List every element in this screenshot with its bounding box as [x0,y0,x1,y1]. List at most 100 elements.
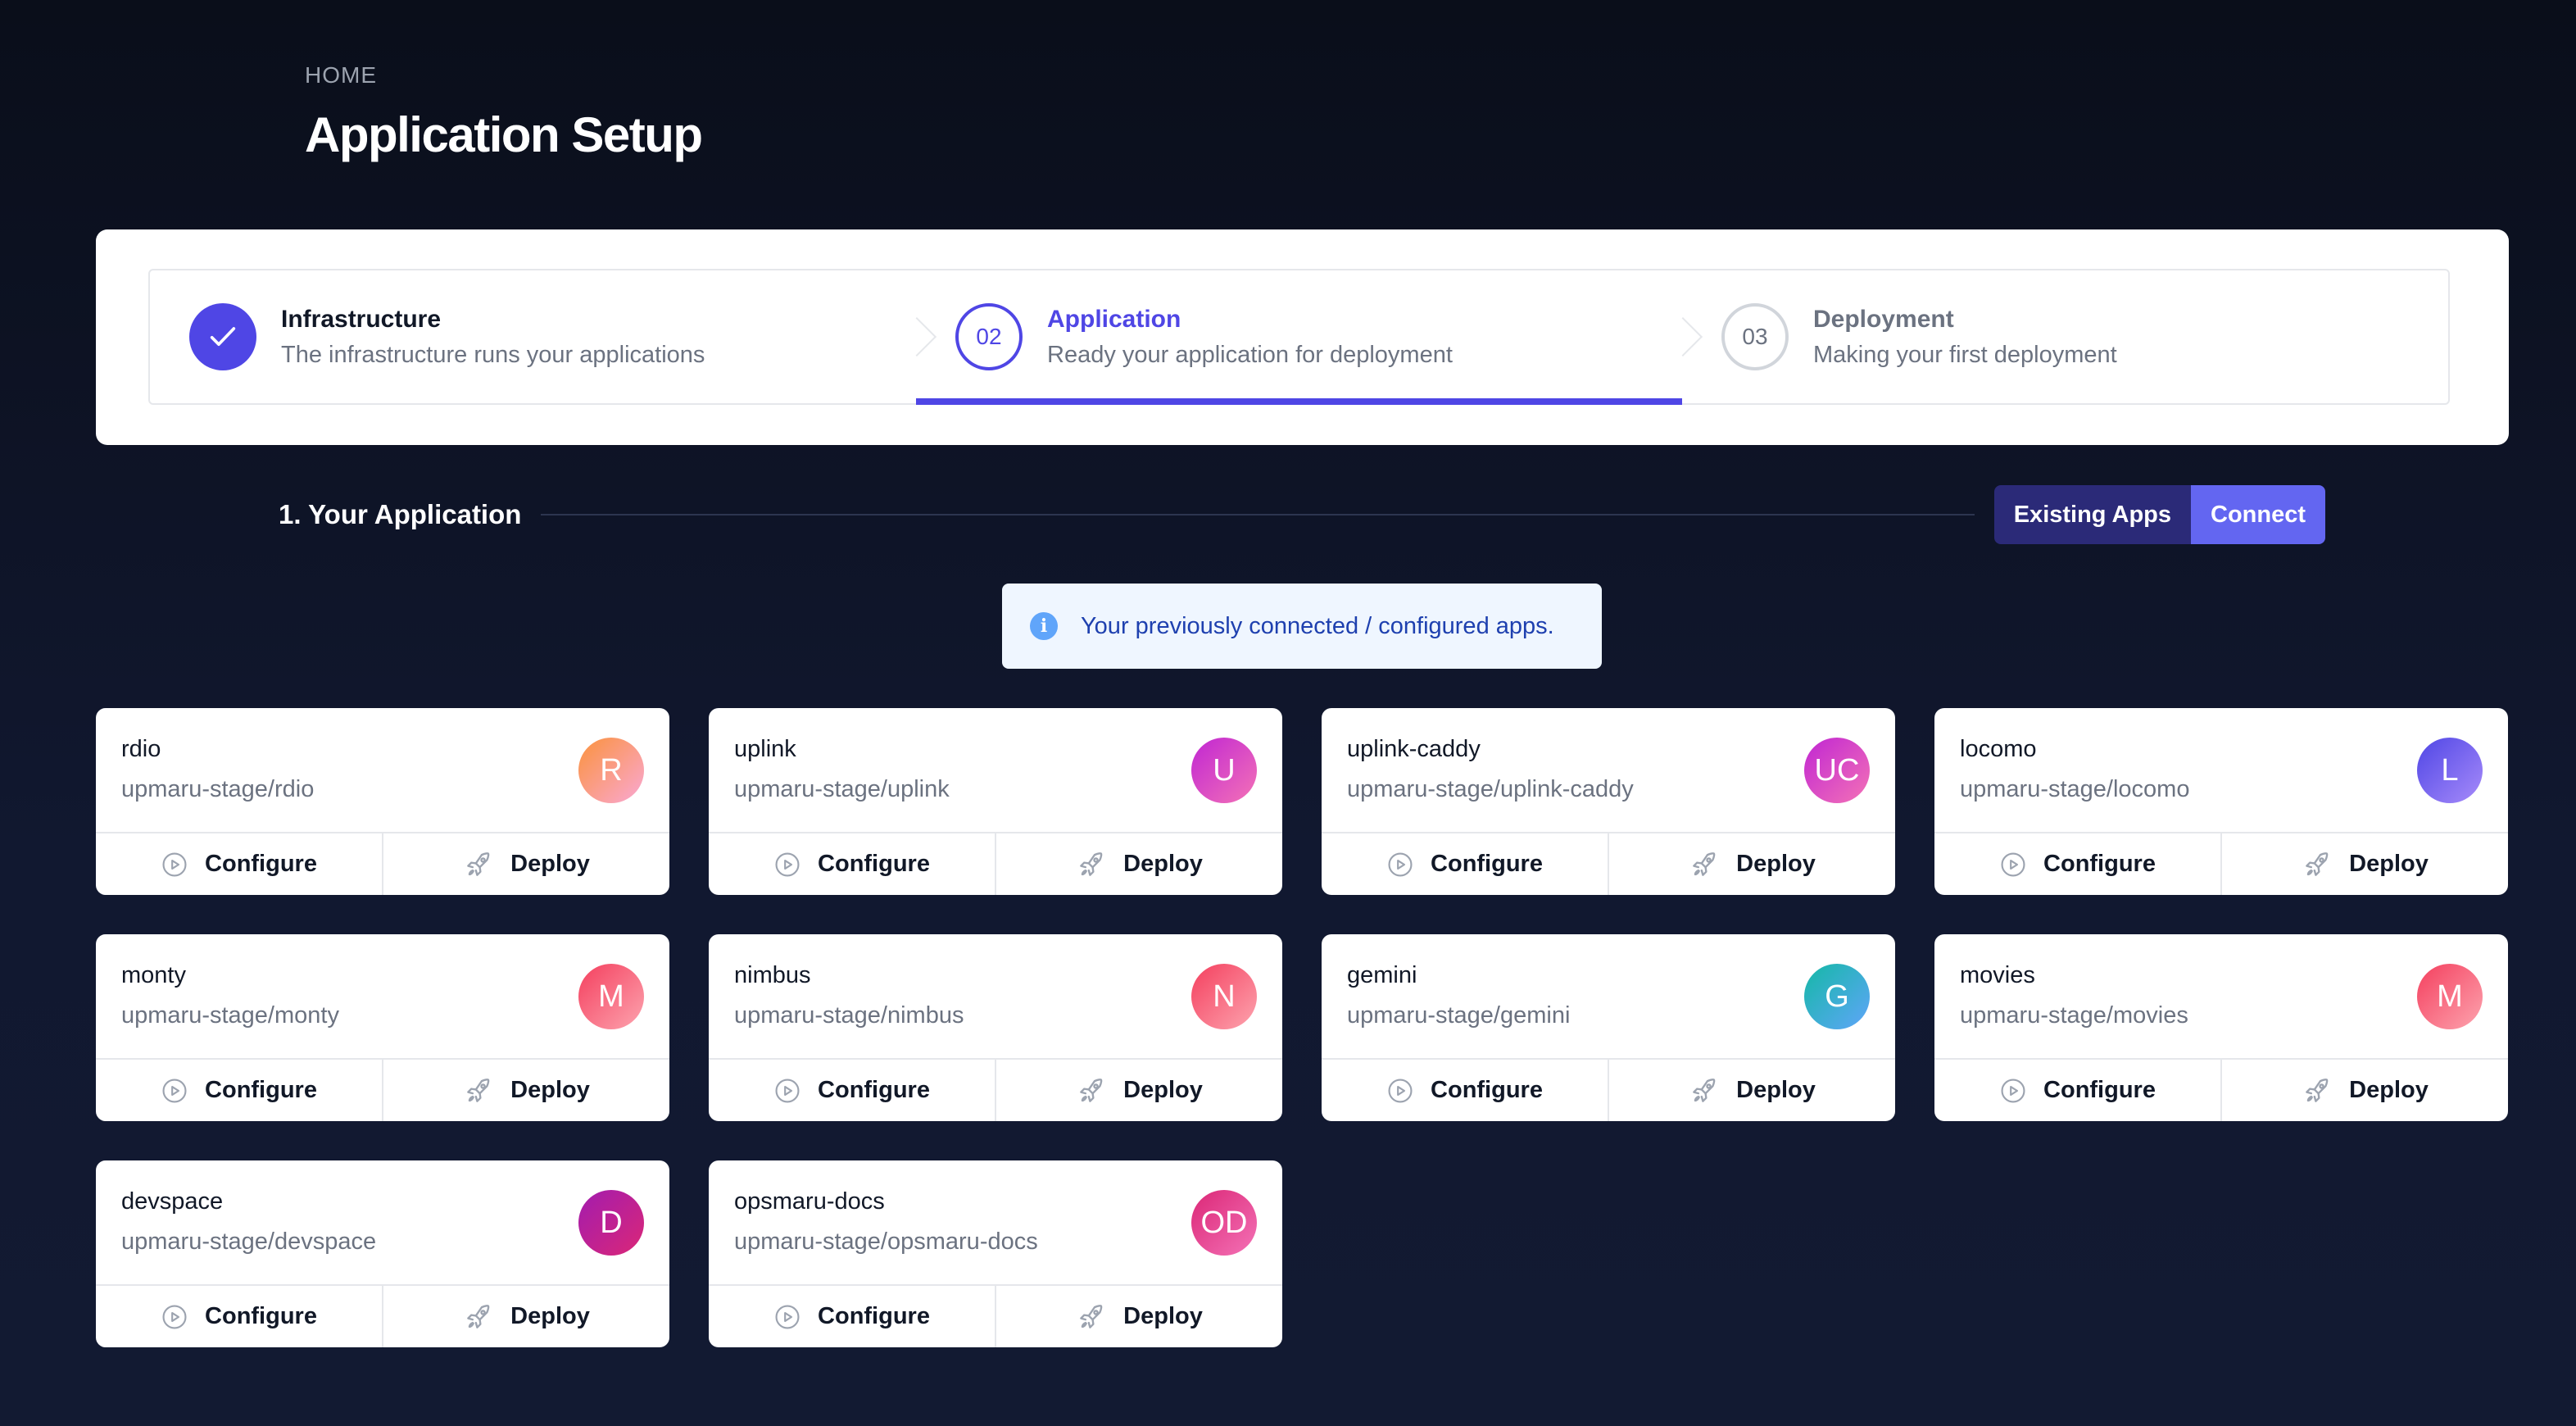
rocket-icon [467,1304,490,1328]
configure-button[interactable]: Configure [96,1286,382,1347]
play-circle-icon [2001,1078,2025,1103]
deploy-button[interactable]: Deploy [382,1286,669,1347]
step-title: Infrastructure [281,305,442,333]
configure-button[interactable]: Configure [96,1060,382,1121]
step-deployment[interactable]: 03 Deployment Making your first deployme… [1682,270,2448,403]
configure-label: Configure [818,1077,930,1103]
step-complete-circle [189,303,256,370]
app-card-actions: Configure Deploy [1934,833,2508,895]
connect-button[interactable]: Connect [2191,485,2325,544]
deploy-button[interactable]: Deploy [2220,1060,2508,1121]
deploy-label: Deploy [1123,1303,1203,1329]
configure-label: Configure [1431,1077,1543,1103]
step-title: Deployment [1813,305,1954,333]
configure-button[interactable]: Configure [1934,833,2220,895]
configure-label: Configure [818,1303,930,1329]
app-avatar: L [2417,738,2483,803]
configure-button[interactable]: Configure [1322,833,1608,895]
app-avatar: U [1191,738,1257,803]
deploy-label: Deploy [1123,1077,1203,1103]
app-card-header: monty upmaru-stage/monty M [96,934,669,1060]
app-card: locomo upmaru-stage/locomo L Configure D… [1934,708,2508,895]
configure-button[interactable]: Configure [1934,1060,2220,1121]
deploy-button[interactable]: Deploy [995,1286,1282,1347]
configure-label: Configure [205,851,317,877]
app-avatar: OD [1191,1190,1257,1256]
app-card-actions: Configure Deploy [1322,1060,1895,1121]
app-avatar: M [578,964,644,1029]
section-divider [541,514,1975,515]
step-number: 03 [1721,303,1789,370]
app-avatar: UC [1804,738,1870,803]
section-header: 1. Your Application Existing Apps Connec… [279,485,2325,544]
app-card-header: uplink-caddy upmaru-stage/uplink-caddy U… [1322,708,1895,833]
step-title: Application [1047,305,1181,333]
configure-button[interactable]: Configure [709,833,995,895]
app-card-header: nimbus upmaru-stage/nimbus N [709,934,1282,1060]
configure-label: Configure [818,851,930,877]
deploy-button[interactable]: Deploy [382,1060,669,1121]
breadcrumb[interactable]: HOME [305,62,702,89]
app-card-actions: Configure Deploy [96,833,669,895]
step-description: Ready your application for deployment [1047,341,1453,368]
configure-label: Configure [205,1303,317,1329]
deploy-label: Deploy [510,851,590,877]
stepper-card: Infrastructure The infrastructure runs y… [96,229,2509,445]
deploy-label: Deploy [2349,1077,2429,1103]
app-avatar: G [1804,964,1870,1029]
play-circle-icon [1388,852,1413,877]
rocket-icon [1080,852,1103,876]
rocket-icon [1693,852,1716,876]
configure-button[interactable]: Configure [1322,1060,1608,1121]
app-card-actions: Configure Deploy [1934,1060,2508,1121]
play-circle-icon [2001,852,2025,877]
deploy-label: Deploy [1736,851,1816,877]
app-source-toggle: Existing Apps Connect [1993,485,2325,544]
app-card-actions: Configure Deploy [96,1060,669,1121]
rocket-icon [1080,1078,1103,1102]
rocket-icon [467,1078,490,1102]
app-card-actions: Configure Deploy [1322,833,1895,895]
check-icon [210,327,236,346]
existing-apps-button[interactable]: Existing Apps [1993,485,2191,544]
rocket-icon [1080,1304,1103,1328]
configure-button[interactable]: Configure [96,833,382,895]
info-icon: i [1030,612,1058,640]
rocket-icon [2306,852,2329,876]
app-card-actions: Configure Deploy [96,1286,669,1347]
deploy-label: Deploy [510,1077,590,1103]
page-header: HOME Application Setup [305,62,703,163]
deploy-label: Deploy [1123,851,1203,877]
deploy-button[interactable]: Deploy [382,833,669,895]
deploy-label: Deploy [1736,1077,1816,1103]
deploy-button[interactable]: Deploy [995,1060,1282,1121]
app-card-actions: Configure Deploy [709,1286,1282,1347]
configure-label: Configure [1431,851,1543,877]
play-circle-icon [162,852,187,877]
deploy-button[interactable]: Deploy [2220,833,2508,895]
app-avatar: D [578,1190,644,1256]
configure-button[interactable]: Configure [709,1060,995,1121]
play-circle-icon [775,852,800,877]
step-number: 02 [955,303,1023,370]
app-card-header: gemini upmaru-stage/gemini G [1322,934,1895,1060]
section-title: 1. Your Application [279,499,522,529]
deploy-button[interactable]: Deploy [1608,833,1895,895]
step-description: The infrastructure runs your application… [281,341,705,368]
app-card: nimbus upmaru-stage/nimbus N Configure D… [709,934,1282,1121]
app-card-header: locomo upmaru-stage/locomo L [1934,708,2508,833]
rocket-icon [467,852,490,876]
play-circle-icon [1388,1078,1413,1103]
step-application[interactable]: 02 Application Ready your application fo… [916,270,1703,405]
deploy-button[interactable]: Deploy [995,833,1282,895]
play-circle-icon [162,1078,187,1103]
info-banner: i Your previously connected / configured… [1002,584,1602,669]
play-circle-icon [775,1304,800,1329]
configure-label: Configure [205,1077,317,1103]
app-card-header: rdio upmaru-stage/rdio R [96,708,669,833]
app-card-header: opsmaru-docs upmaru-stage/opsmaru-docs O… [709,1160,1282,1286]
app-card: devspace upmaru-stage/devspace D Configu… [96,1160,669,1347]
deploy-button[interactable]: Deploy [1608,1060,1895,1121]
step-infrastructure[interactable]: Infrastructure The infrastructure runs y… [150,270,937,403]
configure-button[interactable]: Configure [709,1286,995,1347]
